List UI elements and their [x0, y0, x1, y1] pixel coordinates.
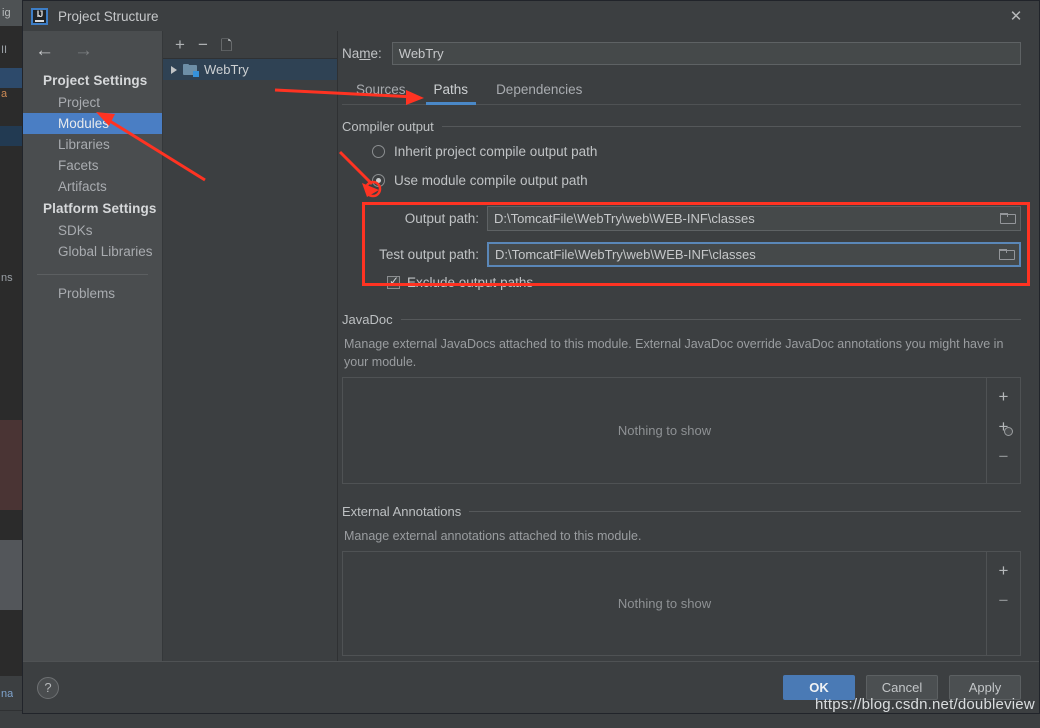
background-text-fragment-3: a [1, 88, 7, 100]
plus-icon[interactable]: + [999, 388, 1009, 405]
tab-dependencies[interactable]: Dependencies [482, 82, 596, 104]
minus-icon[interactable]: − [198, 36, 208, 53]
section-divider-line [442, 126, 1021, 127]
radio-use-module-output[interactable]: Use module compile output path [372, 173, 1021, 188]
radio-inherit-label: Inherit project compile output path [394, 144, 597, 159]
background-highlight-1 [0, 68, 22, 88]
exclude-output-paths-row[interactable]: Exclude output paths [387, 275, 1021, 290]
test-output-path-input[interactable] [489, 247, 993, 262]
radio-button-selected-icon[interactable] [372, 174, 385, 187]
dialog-body: ← → Project Settings Project Modules Lib… [23, 31, 1039, 661]
javadoc-list-buttons: + + − [986, 378, 1020, 483]
sidebar-item-sdks[interactable]: SDKs [23, 220, 162, 241]
sidebar-item-artifacts[interactable]: Artifacts [23, 176, 162, 197]
module-toolbar: + − 🗋 [163, 31, 337, 59]
module-folder-icon [183, 64, 198, 76]
compiler-output-section-header: Compiler output [342, 119, 1021, 134]
dialog-footer: ? OK Cancel Apply [23, 661, 1039, 713]
plus-icon[interactable]: + [999, 562, 1009, 579]
external-annotations-label: External Annotations [342, 504, 461, 519]
dialog-title-bar: Project Structure ✕ [23, 1, 1039, 31]
ok-button[interactable]: OK [783, 675, 855, 700]
section-divider-line [469, 511, 1021, 512]
background-text-fragment-5: na [1, 688, 13, 700]
external-annotations-description: Manage external annotations attached to … [344, 527, 1021, 545]
footer-buttons: OK Cancel Apply [783, 675, 1021, 700]
cancel-button[interactable]: Cancel [866, 675, 938, 700]
sidebar-item-modules[interactable]: Modules [23, 113, 162, 134]
output-path-input[interactable] [488, 211, 994, 226]
folder-browse-icon[interactable] [994, 207, 1020, 230]
exclude-output-paths-label: Exclude output paths [407, 275, 533, 290]
sidebar-item-problems[interactable]: Problems [23, 283, 162, 304]
external-annotations-list-buttons: + − [986, 552, 1020, 655]
settings-sidebar: ← → Project Settings Project Modules Lib… [23, 31, 163, 661]
sidebar-group-platform-settings: Platform Settings [23, 197, 162, 220]
sidebar-item-global-libraries[interactable]: Global Libraries [23, 241, 162, 262]
external-annotations-list-box: Nothing to show + − [342, 551, 1021, 656]
background-text-fragment-2: II [1, 44, 7, 56]
triangle-right-icon[interactable] [171, 66, 177, 74]
background-text-fragment-4: ns [1, 272, 13, 284]
intellij-idea-logo-icon [31, 8, 48, 25]
module-tree: WebTry [163, 59, 337, 661]
section-divider-line [401, 319, 1021, 320]
dialog-title: Project Structure [58, 9, 159, 24]
output-path-label: Output path: [342, 211, 487, 226]
external-annotations-section-header: External Annotations [342, 504, 1021, 519]
sidebar-divider [37, 274, 148, 275]
folder-browse-icon[interactable] [993, 244, 1019, 265]
background-highlight-4 [0, 540, 22, 610]
module-tabs: Sources Paths Dependencies [342, 75, 1021, 105]
background-highlight-3 [0, 420, 22, 510]
javadoc-label: JavaDoc [342, 312, 393, 327]
compiler-output-label: Compiler output [342, 119, 434, 134]
tab-paths[interactable]: Paths [420, 82, 483, 104]
sidebar-item-libraries[interactable]: Libraries [23, 134, 162, 155]
arrow-right-icon[interactable]: → [74, 41, 93, 60]
plus-url-icon[interactable]: + [999, 418, 1009, 435]
module-name-input[interactable] [392, 42, 1021, 65]
background-tab-fragment: ig [0, 0, 22, 26]
module-tree-item-webtry[interactable]: WebTry [163, 59, 337, 80]
sidebar-item-project[interactable]: Project [23, 92, 162, 113]
minus-icon[interactable]: − [999, 592, 1009, 609]
radio-module-label: Use module compile output path [394, 173, 588, 188]
test-output-path-field[interactable] [487, 242, 1021, 267]
test-output-path-label: Test output path: [342, 247, 487, 262]
tab-sources[interactable]: Sources [342, 82, 420, 104]
paths-tab-content: Compiler output Inherit project compile … [342, 105, 1021, 661]
test-output-path-row: Test output path: [342, 242, 1021, 267]
copy-icon[interactable]: 🗋 [221, 38, 232, 52]
external-annotations-empty-text: Nothing to show [343, 552, 986, 655]
module-list-pane: + − 🗋 WebTry [163, 31, 338, 661]
output-path-field[interactable] [487, 206, 1021, 231]
radio-inherit-project-output[interactable]: Inherit project compile output path [372, 144, 1021, 159]
checkbox-checked-icon[interactable] [387, 276, 400, 289]
module-name-label: WebTry [204, 62, 249, 77]
javadoc-section-header: JavaDoc [342, 312, 1021, 327]
minus-icon[interactable]: − [999, 448, 1009, 465]
apply-button[interactable]: Apply [949, 675, 1021, 700]
navigation-arrows: ← → [23, 31, 162, 69]
background-highlight-2 [0, 126, 22, 146]
sidebar-item-facets[interactable]: Facets [23, 155, 162, 176]
module-settings-panel: Name: Sources Paths Dependencies Compile… [338, 31, 1039, 661]
arrow-left-icon[interactable]: ← [35, 41, 54, 60]
name-label: Name: [342, 46, 382, 61]
sidebar-group-project-settings: Project Settings [23, 69, 162, 92]
radio-button-unselected-icon[interactable] [372, 145, 385, 158]
project-structure-dialog: Project Structure ✕ ← → Project Settings… [22, 0, 1040, 714]
module-name-row: Name: [342, 31, 1021, 75]
javadoc-description: Manage external JavaDocs attached to thi… [344, 335, 1021, 371]
javadoc-list-box: Nothing to show + + − [342, 377, 1021, 484]
plus-icon[interactable]: + [175, 36, 185, 53]
close-icon[interactable]: ✕ [993, 1, 1039, 31]
output-path-row: Output path: [342, 206, 1021, 231]
javadoc-empty-text: Nothing to show [343, 378, 986, 483]
help-button[interactable]: ? [37, 677, 59, 699]
